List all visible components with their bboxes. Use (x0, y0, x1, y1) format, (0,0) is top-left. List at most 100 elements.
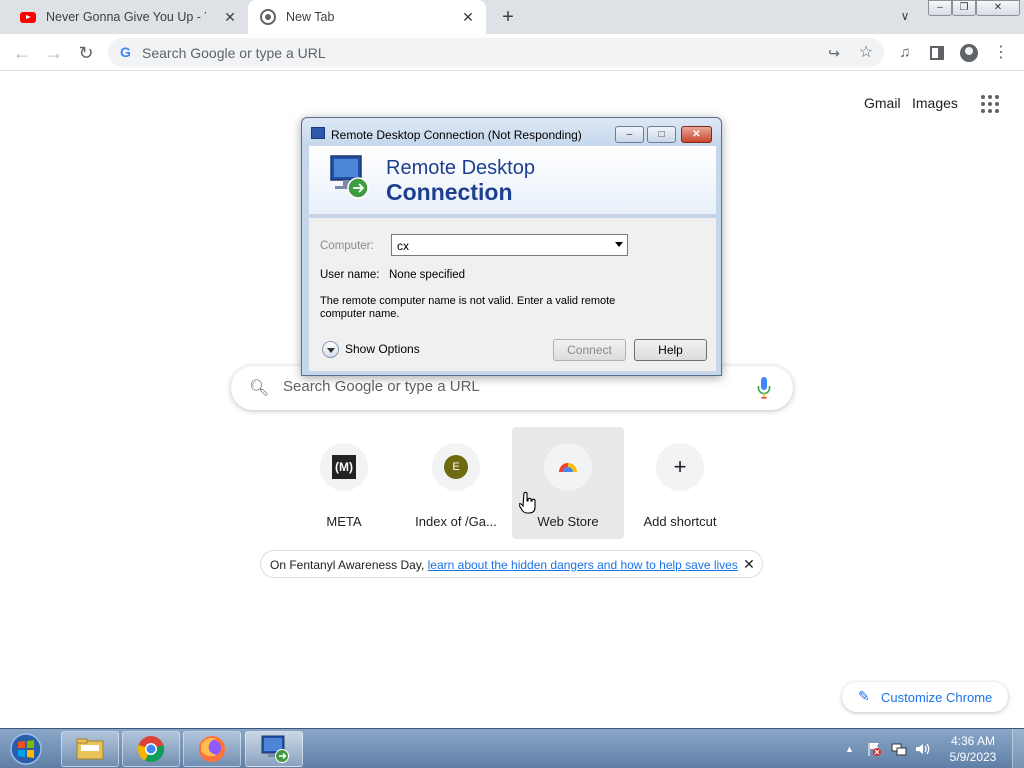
rdp-heading-line2: Connection (386, 179, 513, 205)
shortcut-icon-circle: (M) (320, 443, 368, 491)
promo-close-icon[interactable]: ✕ (742, 556, 756, 572)
firefox-logo-icon (199, 736, 225, 762)
taskbar-remote-desktop[interactable] (245, 731, 303, 767)
shortcut-web-store[interactable]: Web Store (512, 427, 624, 539)
address-bar[interactable]: G Search Google or type a URL ↪ ☆ (108, 38, 884, 67)
shortcut-label: Web Store (537, 514, 599, 529)
rdp-banner: Remote Desktop Connection (309, 146, 716, 216)
tab-search-chevron-icon[interactable]: ∨ (896, 9, 914, 27)
ntp-search-placeholder: Search Google or type a URL (283, 378, 480, 395)
windows-start-icon[interactable] (8, 733, 44, 765)
media-control-icon[interactable]: ♫ (894, 42, 916, 64)
user-name-value: None specified (389, 269, 466, 281)
shortcut-icon-circle: E (432, 443, 480, 491)
show-desktop-button[interactable] (1012, 729, 1024, 768)
help-button[interactable]: Help (634, 339, 707, 361)
forward-arrow-icon[interactable]: → (43, 42, 65, 64)
customize-chrome-label: Customize Chrome (881, 690, 993, 705)
plus-icon: + (673, 454, 687, 479)
computer-label: Computer: (320, 240, 374, 252)
promo-banner: On Fentanyl Awareness Day, learn about t… (260, 550, 763, 578)
chrome-icon (260, 9, 276, 25)
back-arrow-icon[interactable]: ← (11, 42, 33, 64)
taskbar-firefox[interactable] (183, 731, 241, 767)
tab-title: New Tab (286, 10, 335, 24)
search-icon: 🔍︎ (249, 380, 270, 397)
bookmark-star-icon[interactable]: ☆ (856, 43, 876, 63)
user-name-label: User name: (320, 269, 380, 281)
dropdown-arrow-icon[interactable] (615, 242, 623, 247)
google-apps-icon[interactable] (981, 95, 999, 113)
clock-time: 4:36 AM (950, 734, 996, 748)
rdp-body: Computer: cx User name: None specified T… (309, 218, 716, 371)
images-link[interactable]: Images (912, 95, 958, 111)
rdp-heading-line1: Remote Desktop (386, 157, 535, 179)
action-center-flag-icon[interactable] (866, 741, 882, 757)
tab-close-icon[interactable]: ✕ (222, 9, 238, 25)
network-icon[interactable] (891, 741, 907, 757)
shortcut-label: META (326, 514, 362, 529)
folder-icon (76, 738, 104, 760)
tab-strip: Never Gonna Give You Up - YouT ✕ New Tab… (0, 0, 1024, 34)
rdp-titlebar[interactable]: Remote Desktop Connection (Not Respondin… (302, 118, 721, 146)
shortcut-label: Index of /Ga... (415, 514, 497, 529)
customize-chrome-button[interactable]: ✎ Customize Chrome (842, 682, 1008, 712)
taskbar-file-explorer[interactable] (61, 731, 119, 767)
window-restore-button[interactable]: ❐ (952, 0, 976, 16)
shortcut-icon-circle (544, 443, 592, 491)
letter-e-favicon-icon: E (444, 455, 468, 479)
profile-avatar-icon[interactable] (958, 42, 980, 64)
chrome-menu-icon[interactable]: ⋮ (990, 42, 1012, 64)
rdp-app-icon (311, 127, 325, 139)
rdp-close-button[interactable]: ✕ (681, 126, 712, 143)
rdp-error-message: The remote computer name is not valid. E… (320, 295, 616, 320)
show-options-label: Show Options (345, 342, 420, 356)
computer-combobox[interactable]: cx (391, 234, 628, 256)
shortcut-index[interactable]: E Index of /Ga... (400, 427, 512, 539)
gmail-link[interactable]: Gmail (864, 95, 901, 111)
window-close-button[interactable]: ✕ (976, 0, 1020, 16)
screen: Never Gonna Give You Up - YouT ✕ New Tab… (0, 0, 1024, 768)
windows-taskbar: ▲ 4:36 AM 5/9/2023 (0, 728, 1024, 768)
tab-title: Never Gonna Give You Up - YouT (46, 10, 206, 24)
side-panel-icon[interactable] (926, 42, 948, 64)
tab-close-icon[interactable]: ✕ (460, 9, 476, 25)
system-clock[interactable]: 4:36 AM 5/9/2023 (940, 733, 1006, 765)
promo-prefix: On Fentanyl Awareness Day, (270, 558, 428, 572)
share-icon[interactable]: ↪ (824, 43, 844, 63)
rdp-maximize-button[interactable]: □ (647, 126, 676, 143)
add-shortcut-button[interactable]: + Add shortcut (624, 427, 736, 539)
promo-link[interactable]: learn about the hidden dangers and how t… (428, 558, 738, 572)
window-minimize-button[interactable]: – (928, 0, 952, 16)
remote-desktop-icon (261, 735, 289, 763)
rdp-window-title: Remote Desktop Connection (Not Respondin… (331, 128, 582, 142)
address-bar-placeholder: Search Google or type a URL (142, 45, 326, 61)
rdp-dialog: Remote Desktop Connection (Not Respondin… (301, 117, 722, 376)
reload-icon[interactable]: ↻ (75, 42, 97, 64)
tab-new-tab[interactable]: New Tab ✕ (248, 0, 486, 34)
meta-favicon-icon: (M) (332, 455, 356, 479)
computer-value: cx (397, 239, 409, 253)
rdp-minimize-button[interactable]: – (615, 126, 644, 143)
pencil-icon: ✎ (858, 688, 870, 704)
rdp-monitor-icon (330, 155, 369, 199)
chrome-logo-icon (137, 736, 165, 763)
browser-toolbar: ← → ↻ G Search Google or type a URL ↪ ☆ … (0, 34, 1024, 71)
microphone-icon[interactable] (757, 376, 771, 400)
volume-icon[interactable] (914, 741, 930, 757)
shortcut-meta[interactable]: (M) META (288, 427, 400, 539)
youtube-icon (20, 11, 36, 23)
expand-options-icon (322, 340, 339, 358)
taskbar-chrome[interactable] (122, 731, 180, 767)
web-store-icon (559, 463, 577, 472)
hand-cursor-icon (519, 491, 536, 514)
tray-expand-icon[interactable]: ▲ (845, 744, 855, 754)
clock-date: 5/9/2023 (949, 750, 997, 764)
shortcut-icon-circle: + (656, 443, 704, 491)
google-g-icon: G (120, 44, 131, 60)
shortcut-label: Add shortcut (643, 514, 717, 529)
show-options-toggle[interactable]: Show Options (322, 340, 420, 358)
tab-youtube[interactable]: Never Gonna Give You Up - YouT ✕ (8, 0, 248, 34)
new-tab-button[interactable]: + (498, 7, 518, 27)
connect-button[interactable]: Connect (553, 339, 626, 361)
